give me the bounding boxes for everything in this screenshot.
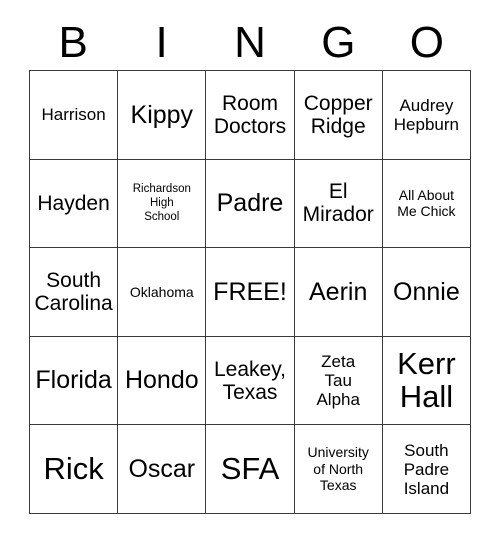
bingo-cell-label: Leakey, Texas (213, 357, 286, 404)
bingo-cell[interactable]: Padre (206, 159, 295, 249)
bingo-cell-free[interactable]: FREE! (206, 248, 295, 337)
bingo-cell-label: Audrey Hepburn (393, 95, 459, 134)
bingo-card: B I N G O Harrison Kippy Room Doctors Co… (0, 0, 500, 544)
bingo-header-letter-g: G (294, 16, 382, 70)
bingo-cell-label: Onnie (393, 277, 460, 306)
bingo-cell[interactable]: El Mirador (294, 159, 383, 249)
header-letter-text: B (58, 18, 88, 67)
bingo-cell-label: University of North Texas (307, 444, 369, 494)
bingo-cell-label: Rick (43, 451, 104, 487)
bingo-cell-label: Room Doctors (213, 91, 287, 138)
bingo-cell[interactable]: SFA (206, 425, 295, 514)
header-letter-text: G (321, 18, 356, 67)
bingo-cell[interactable]: Richardson High School (118, 159, 207, 249)
bingo-cell-label: All About Me Chick (397, 186, 456, 220)
bingo-cell-label: Richardson High School (132, 183, 191, 224)
bingo-cell-label: Kippy (130, 100, 194, 129)
bingo-cell-label: Oklahoma (129, 283, 194, 300)
bingo-grid: Harrison Kippy Room Doctors Copper Ridge… (29, 70, 471, 514)
bingo-cell[interactable]: Zeta Tau Alpha (294, 336, 383, 426)
bingo-cell[interactable]: Rick (30, 425, 119, 514)
bingo-cell[interactable]: Oklahoma (118, 248, 207, 337)
bingo-cell-label: South Carolina (34, 268, 113, 315)
bingo-cell-label: Kerr Hall (397, 346, 456, 414)
bingo-cell-label: Hayden (37, 191, 110, 215)
bingo-header-row: B I N G O (29, 16, 471, 70)
bingo-cell[interactable]: All About Me Chick (382, 159, 471, 249)
bingo-cell[interactable]: Leakey, Texas (206, 336, 295, 426)
bingo-free-space-label: FREE! (213, 277, 287, 306)
bingo-header-letter-b: B (29, 16, 117, 70)
bingo-cell-label: South Padre Island (403, 440, 450, 498)
bingo-cell[interactable]: South Carolina (30, 248, 119, 337)
bingo-cell-label: SFA (220, 451, 280, 487)
bingo-cell[interactable]: Hayden (30, 159, 119, 249)
bingo-header-letter-i: I (117, 16, 205, 70)
bingo-cell[interactable]: University of North Texas (294, 425, 383, 514)
bingo-cell[interactable]: Aerin (294, 248, 383, 337)
bingo-cell[interactable]: Kerr Hall (382, 336, 471, 426)
bingo-cell[interactable]: Room Doctors (206, 71, 295, 160)
bingo-cell[interactable]: Hondo (118, 336, 207, 426)
bingo-cell-label: Florida (35, 366, 112, 395)
bingo-cell-label: Oscar (128, 454, 196, 483)
bingo-cell[interactable]: Audrey Hepburn (382, 71, 471, 160)
bingo-cell-label: El Mirador (302, 180, 374, 227)
bingo-cell-label: Hondo (124, 366, 199, 395)
bingo-cell-label: Padre (216, 189, 284, 218)
header-letter-text: O (409, 18, 444, 67)
bingo-cell[interactable]: Copper Ridge (294, 71, 383, 160)
bingo-cell[interactable]: Oscar (118, 425, 207, 514)
header-letter-text: N (234, 18, 266, 67)
header-letter-text: I (155, 18, 168, 67)
bingo-cell-label: Copper Ridge (303, 91, 373, 138)
bingo-cell-label: Zeta Tau Alpha (316, 352, 360, 410)
bingo-cell-label: Aerin (309, 277, 368, 306)
bingo-cell-label: Harrison (41, 105, 106, 125)
bingo-cell[interactable]: Onnie (382, 248, 471, 337)
bingo-cell[interactable]: Florida (30, 336, 119, 426)
bingo-cell[interactable]: Kippy (118, 71, 207, 160)
bingo-cell[interactable]: Harrison (30, 71, 119, 160)
bingo-header-letter-n: N (206, 16, 294, 70)
bingo-header-letter-o: O (383, 16, 471, 70)
bingo-cell[interactable]: South Padre Island (382, 425, 471, 514)
